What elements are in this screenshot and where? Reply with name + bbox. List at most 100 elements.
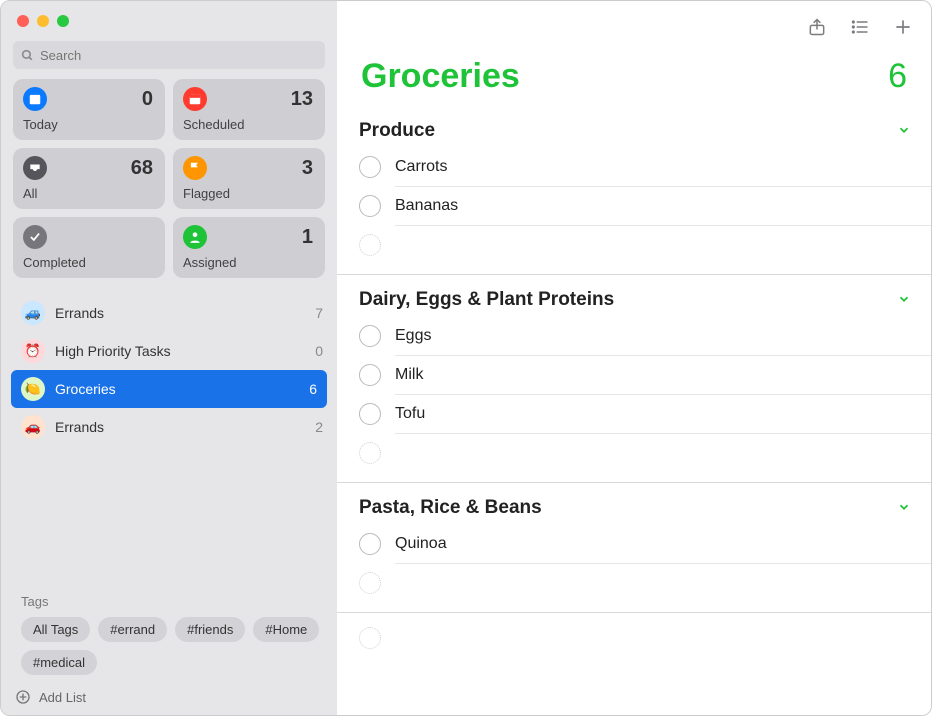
reminder-checkbox[interactable]: [359, 325, 381, 347]
add-reminder-icon[interactable]: [893, 17, 913, 37]
fullscreen-window-button[interactable]: [57, 15, 69, 27]
list-format-icon[interactable]: [849, 17, 871, 37]
section-title: Dairy, Eggs & Plant Proteins: [359, 289, 614, 311]
smart-list-flagged-label: Flagged: [183, 186, 313, 201]
section-divider: [337, 612, 931, 613]
reminder-title[interactable]: Bananas: [395, 197, 931, 215]
reminder-item[interactable]: Milk: [359, 356, 931, 394]
reminder-checkbox[interactable]: [359, 364, 381, 386]
section-title: Pasta, Rice & Beans: [359, 497, 542, 519]
add-list-button[interactable]: Add List: [1, 679, 337, 715]
reminder-item[interactable]: Eggs: [359, 317, 931, 355]
smart-list-assigned[interactable]: 1 Assigned: [173, 217, 325, 278]
chevron-down-icon[interactable]: [897, 123, 911, 140]
reminder-section: Dairy, Eggs & Plant Proteins Eggs Milk Tofu: [337, 281, 931, 472]
tag-chip[interactable]: All Tags: [21, 617, 90, 642]
smart-list-flagged[interactable]: 3 Flagged: [173, 148, 325, 209]
list-name-label: High Priority Tasks: [55, 343, 315, 359]
share-icon[interactable]: [807, 16, 827, 38]
reminder-checkbox[interactable]: [359, 403, 381, 425]
reminder-title[interactable]: Tofu: [395, 405, 931, 423]
chevron-down-icon[interactable]: [897, 292, 911, 309]
reminder-title[interactable]: Carrots: [395, 158, 931, 176]
list-emoji-icon: 🚙: [21, 301, 45, 325]
minimize-window-button[interactable]: [37, 15, 49, 27]
reminder-checkbox[interactable]: [359, 156, 381, 178]
tag-chip[interactable]: #Home: [253, 617, 319, 642]
list-emoji-icon: 🍋: [21, 377, 45, 401]
reminder-item[interactable]: Carrots: [359, 148, 931, 186]
tags-wrap: All Tags #errand #friends #Home #medical: [21, 617, 321, 675]
reminder-item[interactable]: Tofu: [359, 395, 931, 433]
smart-list-assigned-count: 1: [302, 226, 313, 249]
section-header[interactable]: Pasta, Rice & Beans: [337, 489, 931, 525]
add-list-label: Add List: [39, 690, 86, 705]
reminder-checkbox[interactable]: [359, 533, 381, 555]
calendar-today-icon: [23, 87, 47, 111]
list-name-label: Groceries: [55, 381, 309, 397]
search-icon: [21, 49, 34, 62]
smart-list-completed[interactable]: Completed: [13, 217, 165, 278]
reminder-title[interactable]: Eggs: [395, 327, 931, 345]
smart-list-completed-label: Completed: [23, 255, 153, 270]
reminder-section: Produce Carrots Bananas: [337, 112, 931, 264]
reminder-title[interactable]: Milk: [395, 366, 931, 384]
reminder-checkbox-placeholder[interactable]: [359, 627, 381, 649]
new-reminder-placeholder[interactable]: [359, 434, 931, 472]
search-field[interactable]: [13, 41, 325, 69]
section-title: Produce: [359, 120, 435, 142]
reminder-item[interactable]: Quinoa: [359, 525, 931, 563]
reminder-title[interactable]: Quinoa: [395, 535, 931, 553]
smart-list-all[interactable]: 68 All: [13, 148, 165, 209]
window-controls: [1, 1, 337, 37]
reminder-checkbox-placeholder[interactable]: [359, 442, 381, 464]
list-emoji-icon: ⏰: [21, 339, 45, 363]
section-header[interactable]: Produce: [337, 112, 931, 148]
checkmark-icon: [23, 225, 47, 249]
new-reminder-placeholder[interactable]: [359, 226, 931, 264]
sidebar-list-item[interactable]: ⏰High Priority Tasks0: [1, 332, 337, 370]
reminder-item[interactable]: Bananas: [359, 187, 931, 225]
tag-chip[interactable]: #medical: [21, 650, 97, 675]
search-input[interactable]: [40, 48, 317, 63]
smart-list-scheduled[interactable]: 13 Scheduled: [173, 79, 325, 140]
smart-list-today-label: Today: [23, 117, 153, 132]
tag-chip[interactable]: #errand: [98, 617, 167, 642]
new-reminder-placeholder[interactable]: [337, 619, 931, 657]
list-total-count: 6: [888, 57, 907, 96]
reminder-checkbox[interactable]: [359, 195, 381, 217]
chevron-down-icon[interactable]: [897, 500, 911, 517]
tags-section: Tags All Tags #errand #friends #Home #medica…: [1, 586, 337, 679]
section-header[interactable]: Dairy, Eggs & Plant Proteins: [337, 281, 931, 317]
close-window-button[interactable]: [17, 15, 29, 27]
search-container: [1, 37, 337, 79]
section-items: Carrots Bananas: [337, 148, 931, 264]
list-title: Groceries: [361, 57, 520, 96]
section-divider: [337, 482, 931, 483]
calendar-icon: [183, 87, 207, 111]
sections-container: Produce Carrots Bananas Dairy, Eggs & Plant…: [337, 112, 931, 657]
smart-list-today-count: 0: [142, 88, 153, 111]
sidebar-list-item[interactable]: 🍋 Groceries6: [11, 370, 327, 408]
tag-chip[interactable]: #friends: [175, 617, 245, 642]
my-lists: 🚙Errands7⏰High Priority Tasks0🍋Groceries…: [1, 288, 337, 586]
plus-circle-icon: [15, 689, 31, 705]
flag-icon: [183, 156, 207, 180]
section-items: Eggs Milk Tofu: [337, 317, 931, 472]
reminder-checkbox-placeholder[interactable]: [359, 572, 381, 594]
sidebar-list-item[interactable]: 🚙Errands7: [1, 294, 337, 332]
new-reminder-placeholder[interactable]: [359, 564, 931, 602]
smart-list-all-count: 68: [131, 157, 153, 180]
reminder-checkbox-placeholder[interactable]: [359, 234, 381, 256]
toolbar: [337, 1, 931, 47]
list-count-label: 6: [309, 381, 317, 397]
main-pane: Groceries 6 Produce Carrots Bananas Dairy, …: [337, 1, 931, 715]
smart-list-today[interactable]: 0 Today: [13, 79, 165, 140]
smart-list-assigned-label: Assigned: [183, 255, 313, 270]
tags-heading: Tags: [21, 594, 321, 609]
sidebar: 0 Today 13 Scheduled 68: [1, 1, 337, 715]
section-items: Quinoa: [337, 525, 931, 602]
reminder-section: Pasta, Rice & Beans Quinoa: [337, 489, 931, 602]
sidebar-list-item[interactable]: 🚗Errands2: [1, 408, 337, 446]
section-divider: [337, 274, 931, 275]
